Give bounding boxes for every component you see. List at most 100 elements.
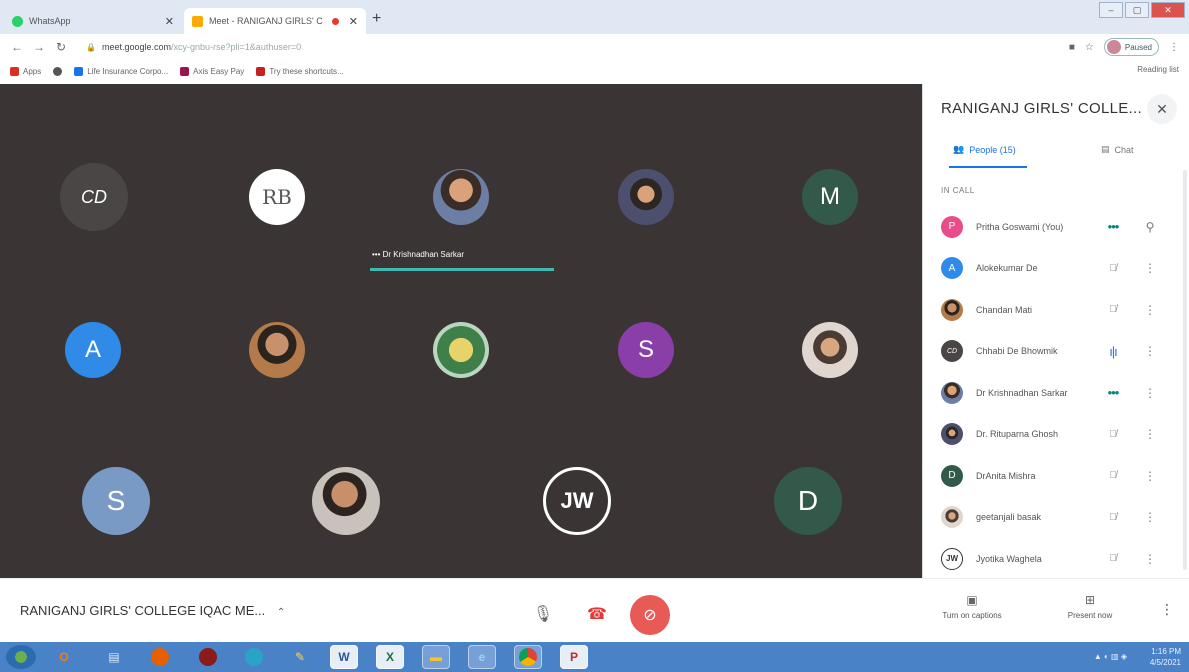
participant-row[interactable]: Dr. Rituparna Ghosh 🎙̸ ⋮	[923, 414, 1189, 456]
more-options-icon[interactable]: ⋮	[1143, 344, 1157, 358]
close-panel-button[interactable]: ✕	[1147, 94, 1177, 124]
meeting-controls-bar: RANIGANJ GIRLS' COLLEGE IQAC ME... ⌃ 🎙 ☎…	[0, 578, 1189, 642]
panel-tabs: 👥 People (15) ▤ Chat	[923, 138, 1189, 168]
url-host: meet.google.com	[101, 42, 172, 52]
participant-tile-s-blue[interactable]: S	[82, 467, 150, 535]
participant-tile-rb[interactable]: RB	[249, 169, 305, 225]
bookmark-label: Life Insurance Corpo...	[87, 66, 169, 76]
mic-muted-icon: 🎙̸	[1109, 511, 1117, 523]
bookmark-apps[interactable]: Apps	[10, 66, 41, 76]
participant-row[interactable]: JW Jyotika Waghela 🎙̸ ⋮	[923, 538, 1189, 580]
profile-avatar	[1106, 40, 1121, 54]
camera-in-use-icon[interactable]: ■	[1069, 42, 1075, 53]
participant-tile-photo-rituparna[interactable]	[618, 169, 674, 225]
captions-label: Turn on captions	[942, 611, 1002, 620]
tab-people[interactable]: 👥 People (15)	[953, 144, 1016, 155]
more-options-icon[interactable]: ⋮	[1143, 469, 1157, 483]
participant-tile-d[interactable]: D	[774, 467, 842, 535]
tile-initials: S	[637, 336, 654, 363]
more-options-icon[interactable]: ⋮	[1143, 261, 1157, 275]
participant-row[interactable]: Dr Krishnadhan Sarkar ••• ⋮	[923, 372, 1189, 414]
reload-icon[interactable]: ↻	[50, 40, 72, 54]
tab-whatsapp[interactable]: WhatsApp ✕	[4, 8, 182, 34]
pdf-icon[interactable]: P	[560, 645, 588, 669]
chrome-icon[interactable]	[514, 645, 542, 669]
bookmark-lic[interactable]: Life Insurance Corpo...	[74, 66, 169, 76]
participant-row[interactable]: Chandan Mati 🎙̸ ⋮	[923, 289, 1189, 331]
tab-title: Meet - RANIGANJ GIRLS' C	[209, 16, 323, 26]
bookmark-star-icon[interactable]: ☆	[1085, 42, 1094, 53]
active-tab-underline	[949, 166, 1027, 168]
more-options-icon[interactable]: ⋮	[1143, 510, 1157, 524]
edge-icon[interactable]	[240, 645, 268, 669]
meeting-details-button[interactable]: RANIGANJ GIRLS' COLLEGE IQAC ME... ⌃	[20, 603, 285, 618]
more-options-icon[interactable]: ⋮	[1143, 303, 1157, 317]
participant-tile-s-purple[interactable]: S	[618, 322, 674, 378]
participant-name: Pritha Goswami (You)	[976, 221, 1064, 232]
more-options-icon[interactable]: ⋮	[1143, 427, 1157, 441]
media-icon[interactable]	[194, 645, 222, 669]
minimize-button[interactable]: –	[1099, 2, 1123, 18]
clock-date[interactable]: 4/5/2021	[1150, 657, 1181, 668]
leave-call-button[interactable]: ☎	[578, 595, 616, 633]
word-icon[interactable]: W	[330, 645, 358, 669]
bookmark-globe[interactable]	[53, 66, 63, 76]
panel-scrollbar[interactable]	[1183, 170, 1187, 570]
close-icon[interactable]: ✕	[165, 15, 174, 28]
paint-icon[interactable]: ✎	[286, 645, 314, 669]
tab-chat-label: Chat	[1114, 144, 1134, 155]
present-now-button[interactable]: ⊞ Present now	[1050, 593, 1130, 620]
folder-icon[interactable]: ▬	[422, 645, 450, 669]
participant-tile-cd-logo[interactable]: CD	[60, 163, 128, 231]
office-icon[interactable]: O	[50, 645, 78, 669]
address-bar[interactable]: 🔒 meet.google.com /xcy-gnbu-rse?pli=1&au…	[86, 37, 1006, 57]
participant-row[interactable]: D DrAnita Mishra 🎙̸ ⋮	[923, 455, 1189, 497]
back-icon[interactable]: ←	[6, 40, 28, 54]
camera-off-button[interactable]: ⊘	[630, 595, 670, 635]
bookmark-gmail[interactable]: Try these shortcuts...	[256, 66, 344, 76]
start-orb-icon[interactable]	[6, 645, 36, 669]
chat-icon: ▤	[1101, 144, 1110, 154]
pin-icon[interactable]: ⚲	[1143, 220, 1157, 234]
avatar: P	[941, 215, 963, 238]
participant-tile-photo-chandan[interactable]	[249, 322, 305, 378]
maximize-button[interactable]: ▢	[1125, 2, 1149, 18]
clock-time[interactable]: 1:16 PM	[1150, 646, 1181, 657]
participant-tile-photo-man[interactable]	[312, 467, 380, 535]
participant-tile-photo-krishnadhan[interactable]	[433, 169, 489, 225]
participant-row[interactable]: geetanjali basak 🎙̸ ⋮	[923, 497, 1189, 539]
microphone-button[interactable]: 🎙	[524, 595, 562, 633]
forward-icon[interactable]: →	[28, 40, 50, 54]
more-options-icon[interactable]: ⋮	[1160, 601, 1174, 618]
axis-icon	[180, 66, 190, 76]
participant-tile-a[interactable]: A	[65, 322, 121, 378]
captions-icon: ▣	[966, 593, 978, 607]
tile-initials: D	[797, 485, 819, 516]
avatar: CD	[941, 340, 963, 363]
profile-button[interactable]: Paused	[1103, 38, 1159, 56]
participant-tile-m[interactable]: M	[802, 169, 858, 225]
firefox-icon[interactable]	[146, 645, 174, 669]
participant-row[interactable]: A Alokekumar De 🎙̸ ⋮	[923, 248, 1189, 290]
tab-meet[interactable]: Meet - RANIGANJ GIRLS' C ✕	[184, 8, 366, 34]
meeting-name: RANIGANJ GIRLS' COLLEGE IQAC ME...	[20, 603, 266, 618]
bookmark-axis[interactable]: Axis Easy Pay	[180, 66, 244, 76]
browser-menu-icon[interactable]: ⋮	[1169, 42, 1179, 53]
participant-tile-photo-woman[interactable]	[802, 322, 858, 378]
close-icon[interactable]: ✕	[349, 15, 358, 28]
captions-button[interactable]: ▣ Turn on captions	[932, 593, 1012, 620]
ie-icon[interactable]: e	[468, 645, 496, 669]
participant-row[interactable]: P Pritha Goswami (You) ••• ⚲	[923, 206, 1189, 248]
more-options-icon[interactable]: ⋮	[1143, 386, 1157, 400]
window-close-button[interactable]: ✕	[1151, 2, 1185, 18]
participant-tile-seal[interactable]	[433, 322, 489, 378]
tab-chat[interactable]: ▤ Chat	[1101, 144, 1134, 155]
participant-tile-jw[interactable]: JW	[543, 467, 611, 535]
reading-list-button[interactable]: Reading list	[1137, 65, 1179, 74]
excel-icon[interactable]: X	[376, 645, 404, 669]
new-tab-button[interactable]: +	[372, 10, 381, 28]
avatar	[941, 381, 963, 404]
participant-row[interactable]: CD Chhabi De Bhowmik ı|ı ⋮	[923, 331, 1189, 373]
more-options-icon[interactable]: ⋮	[1143, 552, 1157, 566]
notepad-icon[interactable]: ▤	[100, 645, 128, 669]
